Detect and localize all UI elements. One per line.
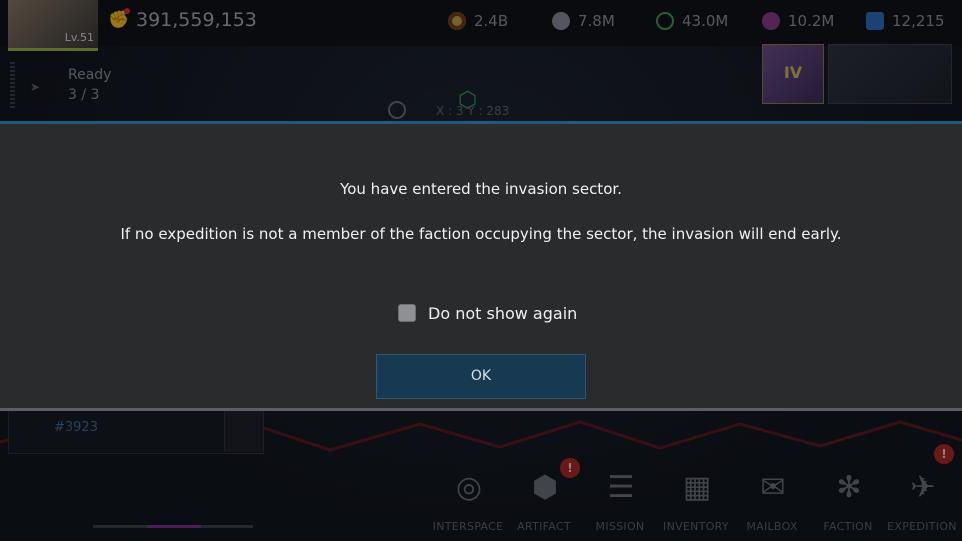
ok-button[interactable]: OK: [376, 354, 586, 399]
do-not-show-again-checkbox[interactable]: Do not show again: [398, 302, 577, 324]
invasion-dialog: You have entered the invasion sector. If…: [0, 121, 962, 411]
dialog-message-body: If no expedition is not a member of the …: [120, 225, 842, 243]
dialog-message-title: You have entered the invasion sector.: [340, 180, 622, 198]
checkbox-icon[interactable]: [398, 304, 416, 322]
checkbox-label: Do not show again: [428, 303, 578, 323]
